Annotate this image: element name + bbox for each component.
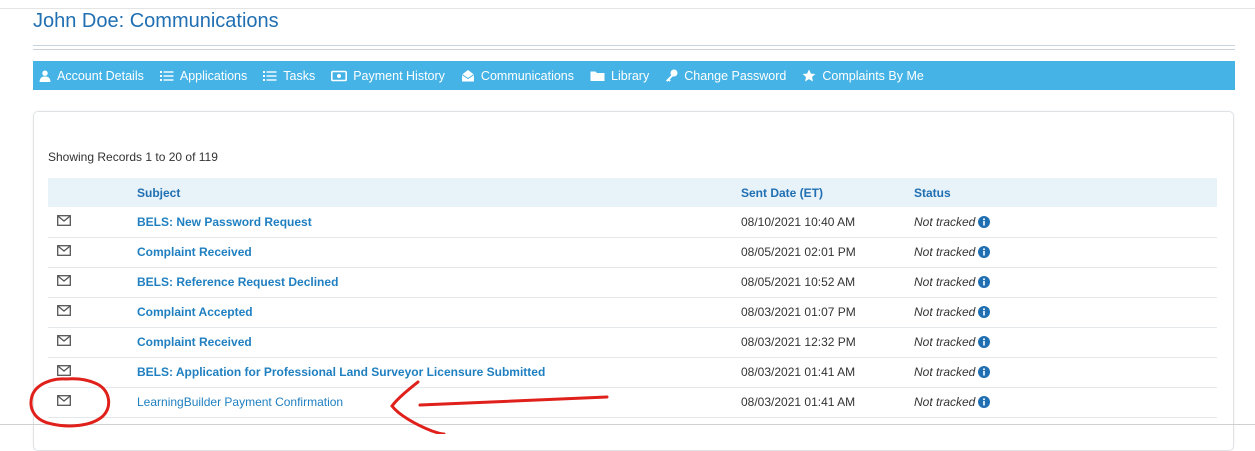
- nav-library[interactable]: Library: [590, 69, 649, 83]
- status-text: Not tracked: [914, 214, 976, 229]
- sent-date-column-header[interactable]: Sent Date (ET): [741, 178, 914, 207]
- list-icon: [159, 70, 174, 81]
- status-text: Not tracked: [914, 335, 976, 349]
- top-divider: [0, 8, 1255, 9]
- sent-date: 08/05/2021 10:52 AM: [741, 275, 856, 289]
- info-icon[interactable]: [978, 366, 991, 378]
- table-row: Complaint Received 08/03/2021 12:32 PM N…: [48, 327, 1217, 357]
- status-column-header[interactable]: Status: [914, 178, 1217, 207]
- nav-change-password[interactable]: Change Password: [665, 69, 786, 83]
- nav-payment-history[interactable]: Payment History: [331, 69, 445, 83]
- sent-date: 08/03/2021 01:41 AM: [741, 395, 856, 409]
- nav-complaints-by-me[interactable]: Complaints By Me: [802, 68, 924, 83]
- info-icon[interactable]: [978, 306, 991, 318]
- envelope-icon[interactable]: [57, 365, 71, 376]
- nav-account-details[interactable]: Account Details: [39, 69, 144, 83]
- communications-table: Subject Sent Date (ET) Status BELS: New …: [48, 178, 1217, 418]
- table-row: Complaint Received 08/05/2021 02:01 PM N…: [48, 237, 1217, 267]
- nav-label: Payment History: [353, 68, 445, 83]
- status-text: Not tracked: [914, 275, 976, 289]
- nav-label: Tasks: [283, 68, 316, 83]
- table-row: Complaint Accepted 08/03/2021 01:07 PM N…: [48, 297, 1217, 327]
- info-icon[interactable]: [978, 336, 991, 348]
- subject-link[interactable]: BELS: Reference Request Declined: [137, 275, 338, 289]
- subject-link[interactable]: Complaint Received: [137, 245, 252, 259]
- info-icon[interactable]: [978, 215, 991, 228]
- sent-date: 08/03/2021 01:41 AM: [741, 365, 856, 379]
- money-icon: [331, 70, 348, 81]
- title-divider: [33, 49, 1235, 50]
- info-icon[interactable]: [978, 246, 991, 258]
- table-header-row: Subject Sent Date (ET) Status: [48, 178, 1217, 207]
- envelope-icon[interactable]: [57, 335, 71, 346]
- status-text: Not tracked: [914, 395, 976, 409]
- folder-icon: [590, 71, 605, 81]
- nav-label: Change Password: [684, 68, 787, 83]
- bottom-divider: [0, 424, 1255, 425]
- status-text: Not tracked: [914, 365, 976, 379]
- subject-link[interactable]: BELS: New Password Request: [137, 215, 312, 229]
- user-icon: [39, 70, 51, 82]
- envelope-icon[interactable]: [57, 245, 71, 256]
- nav-tasks[interactable]: Tasks: [263, 69, 315, 83]
- nav-label: Library: [611, 68, 650, 83]
- star-icon: [802, 69, 816, 82]
- envelope-icon[interactable]: [57, 395, 71, 406]
- records-count: Showing Records 1 to 20 of 119: [48, 150, 218, 164]
- page-title: John Doe: Communications: [33, 10, 279, 32]
- envelope-icon[interactable]: [57, 214, 71, 226]
- nav-applications[interactable]: Applications: [159, 68, 248, 83]
- table-row: BELS: Reference Request Declined 08/05/2…: [48, 267, 1217, 297]
- envelope-open-icon: [461, 70, 475, 82]
- info-icon[interactable]: [978, 276, 991, 288]
- sent-date: 08/10/2021 10:40 AM: [741, 214, 856, 229]
- table-row: LearningBuilder Payment Confirmation 08/…: [48, 387, 1217, 417]
- table-row: BELS: New Password Request 08/10/2021 10…: [48, 207, 1217, 237]
- icon-column-header: [48, 178, 137, 207]
- status-text: Not tracked: [914, 305, 976, 319]
- list-icon: [263, 70, 277, 81]
- nav-label: Account Details: [57, 68, 144, 83]
- info-icon[interactable]: [978, 396, 991, 408]
- sent-date: 08/03/2021 12:32 PM: [741, 335, 856, 349]
- envelope-icon[interactable]: [57, 305, 71, 316]
- table-row: BELS: Application for Professional Land …: [48, 357, 1217, 387]
- nav-communications[interactable]: Communications: [461, 69, 574, 83]
- nav-label: Communications: [480, 68, 575, 83]
- subject-link[interactable]: Complaint Received: [137, 335, 252, 349]
- sent-date: 08/03/2021 01:07 PM: [741, 305, 856, 319]
- status-text: Not tracked: [914, 245, 976, 259]
- nav-label: Applications: [179, 68, 248, 83]
- title-divider: [33, 45, 1235, 46]
- subject-link[interactable]: BELS: Application for Professional Land …: [137, 365, 545, 379]
- envelope-icon[interactable]: [57, 275, 71, 286]
- subject-link[interactable]: Complaint Accepted: [137, 305, 253, 319]
- subject-column-header[interactable]: Subject: [137, 178, 741, 207]
- key-icon: [666, 69, 678, 82]
- nav-label: Complaints By Me: [822, 68, 924, 83]
- subject-link[interactable]: LearningBuilder Payment Confirmation: [137, 395, 343, 409]
- sent-date: 08/05/2021 02:01 PM: [741, 245, 856, 259]
- account-nav-bar: Account Details Applications Tasks Payme…: [33, 61, 1235, 90]
